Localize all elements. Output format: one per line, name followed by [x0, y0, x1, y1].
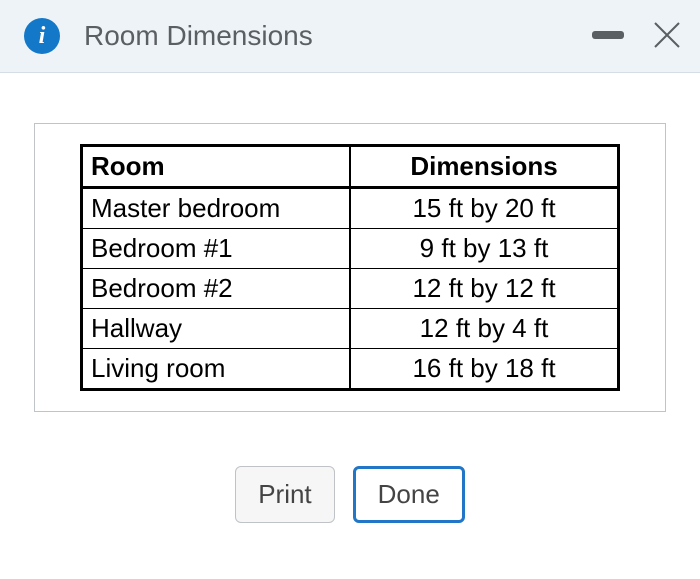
done-button[interactable]: Done — [353, 466, 465, 523]
cell-room: Living room — [82, 349, 351, 390]
cell-dimensions: 12 ft by 12 ft — [350, 269, 619, 309]
close-icon[interactable] — [652, 20, 682, 50]
cell-dimensions: 12 ft by 4 ft — [350, 309, 619, 349]
table-row: Living room 16 ft by 18 ft — [82, 349, 619, 390]
table-row: Bedroom #1 9 ft by 13 ft — [82, 229, 619, 269]
col-header-dimensions: Dimensions — [350, 146, 619, 188]
window-controls — [592, 20, 682, 50]
table-row: Hallway 12 ft by 4 ft — [82, 309, 619, 349]
dialog-header: i Room Dimensions — [0, 0, 700, 73]
cell-room: Master bedroom — [82, 188, 351, 229]
info-icon: i — [24, 18, 60, 54]
cell-dimensions: 9 ft by 13 ft — [350, 229, 619, 269]
dialog-title: Room Dimensions — [84, 20, 313, 52]
table-container: Room Dimensions Master bedroom 15 ft by … — [34, 123, 666, 412]
cell-room: Bedroom #2 — [82, 269, 351, 309]
room-dimensions-table: Room Dimensions Master bedroom 15 ft by … — [80, 144, 620, 391]
minimize-icon[interactable] — [592, 31, 624, 39]
dialog-footer: Print Done — [0, 442, 700, 547]
dialog-content: Room Dimensions Master bedroom 15 ft by … — [0, 73, 700, 442]
cell-room: Hallway — [82, 309, 351, 349]
table-row: Master bedroom 15 ft by 20 ft — [82, 188, 619, 229]
col-header-room: Room — [82, 146, 351, 188]
cell-dimensions: 15 ft by 20 ft — [350, 188, 619, 229]
cell-dimensions: 16 ft by 18 ft — [350, 349, 619, 390]
cell-room: Bedroom #1 — [82, 229, 351, 269]
table-row: Bedroom #2 12 ft by 12 ft — [82, 269, 619, 309]
print-button[interactable]: Print — [235, 466, 334, 523]
